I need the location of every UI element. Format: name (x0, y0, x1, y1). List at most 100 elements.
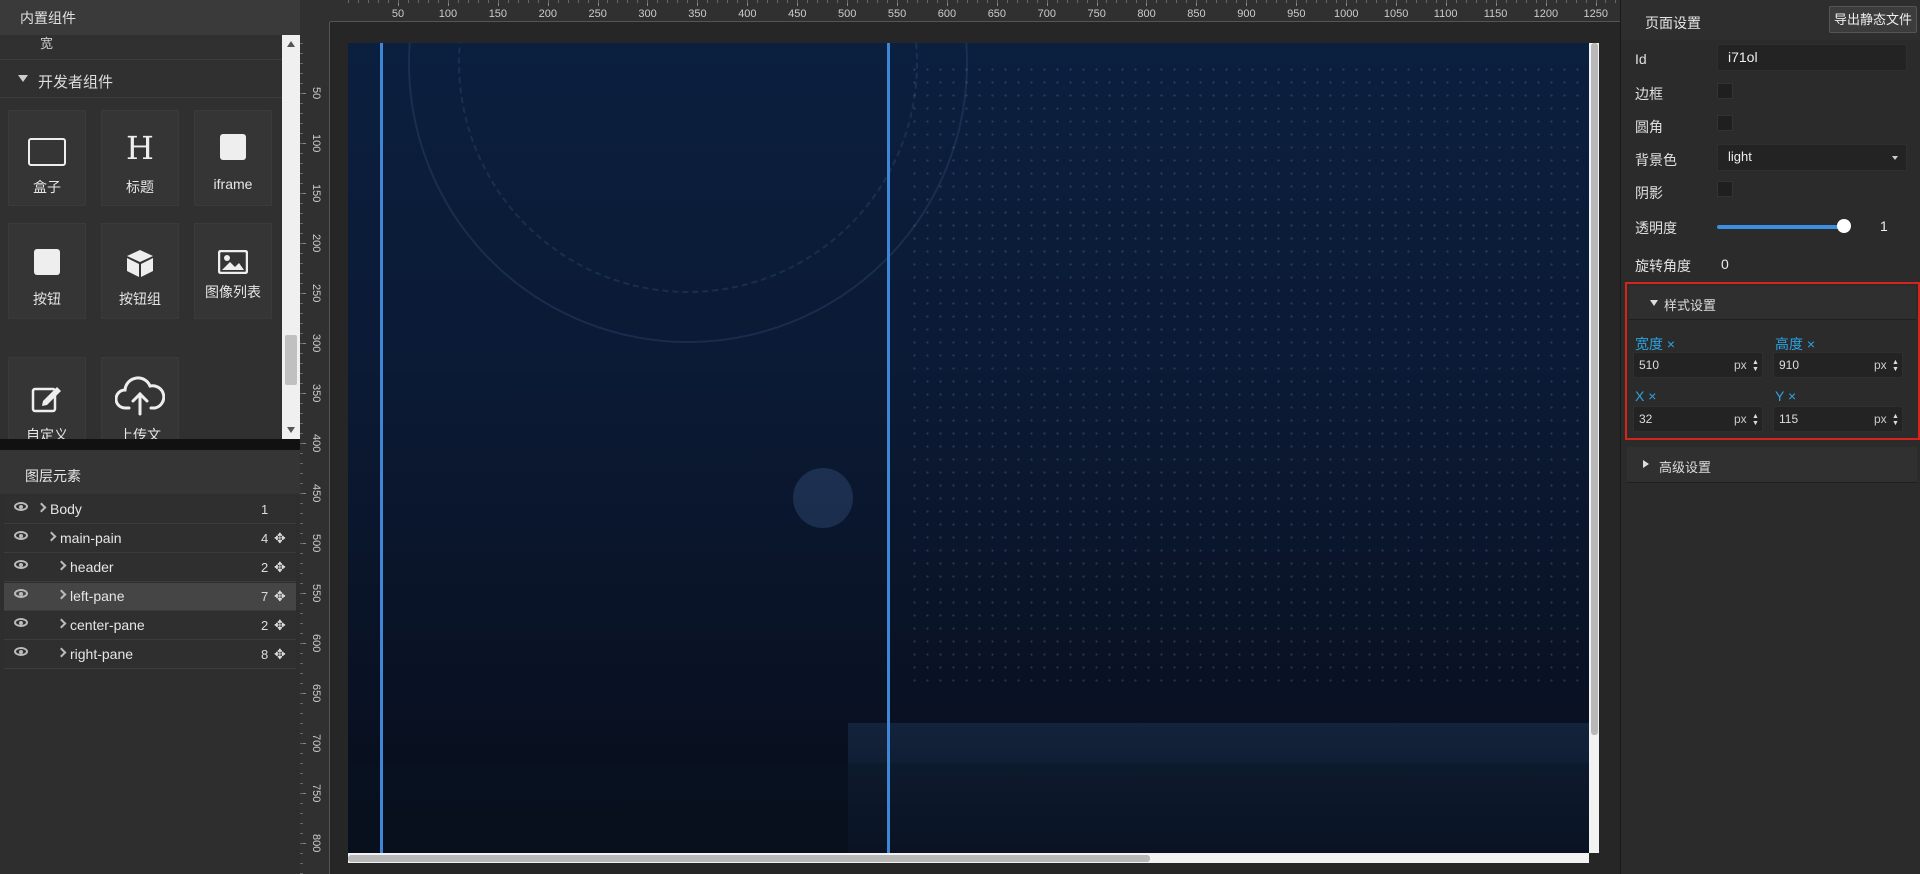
design-stage[interactable] (348, 43, 1589, 853)
panel-divider[interactable] (0, 439, 300, 450)
ruler-minor-tick (407, 0, 409, 3)
component-tile-heading[interactable]: H 标题 (101, 110, 179, 206)
shadow-checkbox[interactable] (1717, 181, 1733, 197)
eye-icon[interactable] (14, 502, 28, 511)
cut-off-item-label: 宽 (40, 36, 54, 51)
spinner-icon[interactable]: ▲ ▼ (1752, 413, 1759, 427)
layer-row-right-pane[interactable]: right-pane 8 ✥ (4, 641, 296, 669)
developer-group-toggle[interactable]: 开发者组件 (0, 62, 282, 98)
guide-line-right[interactable] (887, 43, 890, 853)
id-field[interactable]: i71ol (1717, 44, 1907, 71)
chevron-right-icon[interactable] (56, 589, 67, 600)
y-input[interactable]: 115 px ▲ ▼ (1773, 406, 1903, 432)
ruler-minor-tick (1256, 0, 1258, 3)
move-icon[interactable]: ✥ (274, 617, 286, 634)
layer-row-main-pain[interactable]: main-pain 4 ✥ (4, 525, 296, 553)
ruler-minor-tick (300, 213, 303, 214)
ruler-minor-tick (300, 483, 303, 484)
advanced-settings-toggle[interactable]: 高级设置 (1627, 447, 1917, 483)
component-tile-box[interactable]: 盒子 (8, 110, 86, 206)
guide-line-left[interactable] (380, 43, 383, 853)
ruler-minor-tick (1306, 0, 1308, 3)
layer-row-left-pane[interactable]: left-pane 7 ✥ (4, 583, 296, 611)
spinner-icon[interactable]: ▲ ▼ (1892, 413, 1899, 427)
opacity-label: 透明度 (1635, 220, 1677, 236)
ruler-minor-tick (300, 363, 303, 364)
chevron-right-icon[interactable] (36, 502, 47, 513)
ruler-tick-label: 1150 (1483, 8, 1508, 20)
scroll-thumb[interactable] (348, 855, 1150, 862)
component-tile-upload[interactable]: 上传文 (101, 357, 179, 439)
ruler-minor-tick (300, 763, 303, 764)
ruler-tick-label: 800 (310, 834, 322, 853)
move-icon[interactable]: ✥ (274, 559, 286, 576)
ruler-minor-tick (647, 0, 649, 3)
layer-count: 2 (261, 618, 269, 633)
ruler-minor-tick (300, 313, 303, 314)
move-icon[interactable]: ✥ (274, 646, 286, 663)
ruler-minor-tick (457, 0, 459, 3)
scroll-thumb[interactable] (1591, 43, 1598, 735)
id-value: i71ol (1728, 49, 1758, 65)
ruler-minor-tick (300, 333, 303, 334)
ruler-minor-tick (1615, 0, 1617, 3)
cube-icon (127, 250, 153, 277)
ruler-tick-label: 450 (310, 484, 322, 503)
ruler-minor-tick (300, 253, 303, 254)
chevron-right-icon[interactable] (56, 647, 67, 658)
components-title: 内置组件 (20, 10, 76, 26)
spinner-icon[interactable]: ▲ ▼ (1892, 359, 1899, 373)
component-tile-image-list[interactable]: 图像列表 (194, 223, 272, 319)
rotation-value[interactable]: 0 (1721, 256, 1729, 272)
ruler-minor-tick (1056, 0, 1058, 3)
eye-icon[interactable] (14, 560, 28, 569)
x-input[interactable]: 32 px ▲ ▼ (1633, 406, 1763, 432)
eye-icon[interactable] (14, 647, 28, 656)
component-tile-button[interactable]: 按钮 (8, 223, 86, 319)
eye-icon[interactable] (14, 531, 28, 540)
ruler-minor-tick (996, 0, 998, 3)
layer-row-center-pane[interactable]: center-pane 2 ✥ (4, 612, 296, 640)
opacity-slider[interactable] (1717, 225, 1843, 229)
ruler-minor-tick (300, 453, 303, 454)
scroll-thumb[interactable] (285, 335, 297, 385)
layer-row-body[interactable]: Body 1 (4, 496, 296, 524)
iframe-icon (220, 134, 246, 160)
ruler-tick-label: 600 (937, 8, 957, 20)
scroll-down-icon[interactable] (287, 427, 295, 433)
canvas-horizontal-scrollbar[interactable] (348, 853, 1589, 863)
ruler-minor-tick (966, 0, 968, 3)
spinner-icon[interactable]: ▲ ▼ (1752, 359, 1759, 373)
eye-icon[interactable] (14, 589, 28, 598)
eye-icon[interactable] (14, 618, 28, 627)
ruler-minor-tick (1595, 0, 1597, 3)
ruler-minor-tick (300, 733, 303, 734)
chevron-right-icon[interactable] (46, 531, 57, 542)
ruler-minor-tick (397, 0, 399, 3)
style-settings-toggle[interactable]: 样式设置 (1629, 286, 1916, 320)
component-tile-button-group[interactable]: 按钮组 (101, 223, 179, 319)
chevron-right-icon[interactable] (56, 560, 67, 571)
chevron-right-icon[interactable] (56, 618, 67, 629)
ruler-tick-label: 150 (488, 8, 508, 20)
width-input[interactable]: 510 px ▲ ▼ (1633, 352, 1763, 378)
background-color-select[interactable]: light (1717, 144, 1907, 171)
radius-checkbox[interactable] (1717, 115, 1733, 131)
canvas-vertical-scrollbar[interactable] (1589, 43, 1599, 853)
component-tile-iframe[interactable]: iframe (194, 110, 272, 206)
border-checkbox[interactable] (1717, 83, 1733, 99)
ruler-minor-tick (387, 0, 389, 3)
component-tile-custom[interactable]: 自定义 (8, 357, 86, 439)
components-scrollbar[interactable] (282, 35, 300, 439)
ruler-minor-tick (300, 163, 303, 164)
export-static-button[interactable]: 导出静态文件 (1829, 6, 1917, 33)
cut-off-item[interactable]: 宽 (0, 35, 282, 60)
move-icon[interactable]: ✥ (274, 530, 286, 547)
opacity-slider-handle[interactable] (1837, 219, 1851, 233)
scroll-up-icon[interactable] (287, 41, 295, 47)
move-icon[interactable]: ✥ (274, 588, 286, 605)
layer-row-header[interactable]: header 2 ✥ (4, 554, 296, 582)
ruler-minor-tick (300, 113, 303, 114)
height-input[interactable]: 910 px ▲ ▼ (1773, 352, 1903, 378)
ruler-minor-tick (1106, 0, 1108, 3)
